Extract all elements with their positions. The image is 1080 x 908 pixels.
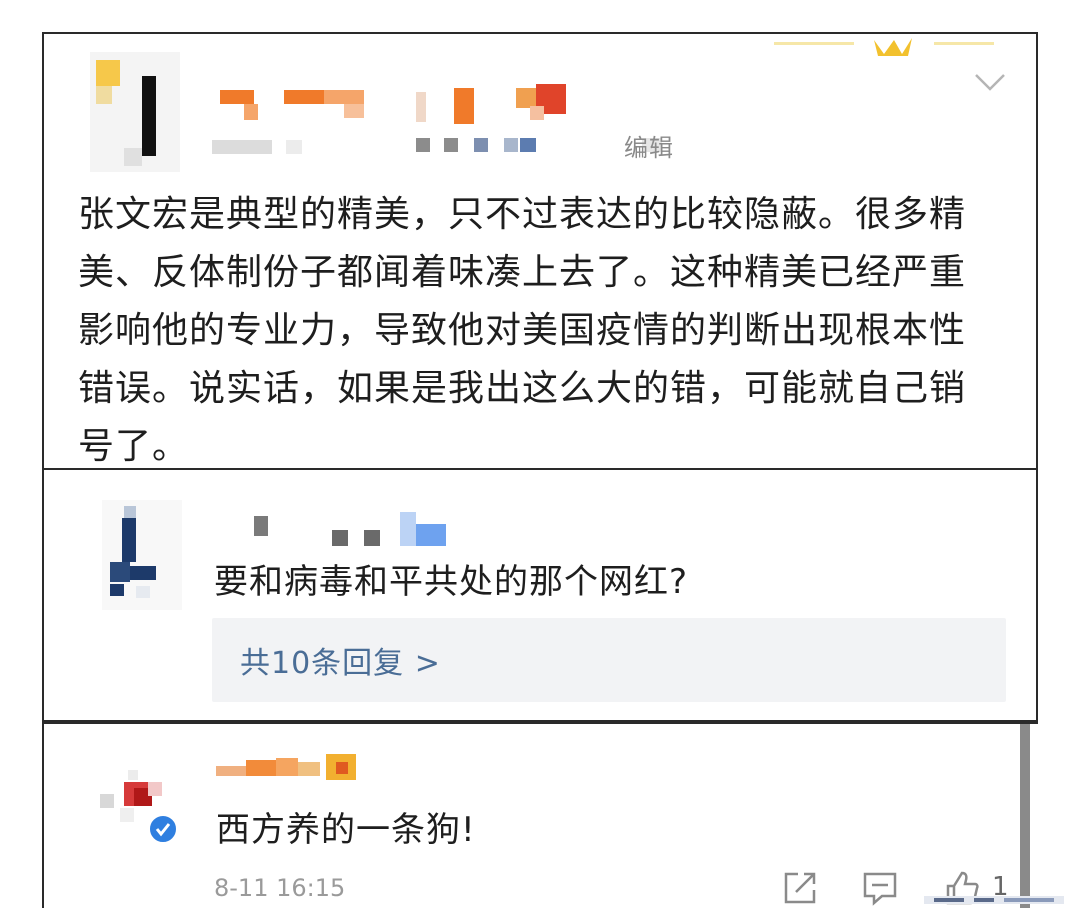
- scrollbar[interactable]: [1020, 724, 1030, 908]
- post-card: 编辑 张文宏是典型的精美，只不过表达的比较隐蔽。很多精美、反体制份子都闻着味凑上…: [42, 32, 1038, 470]
- avatar[interactable]: [90, 52, 180, 172]
- replies-box[interactable]: 共10条回复 >: [212, 618, 1006, 702]
- comment-text: 西方养的一条狗!: [216, 810, 476, 850]
- comment-item: 西方养的一条狗! 8-11 16:15 1: [42, 722, 1038, 908]
- avatar[interactable]: [90, 764, 186, 860]
- username[interactable]: [240, 512, 480, 548]
- edit-label: 编辑: [624, 134, 674, 162]
- username[interactable]: [216, 752, 376, 782]
- comment-timestamp: 8-11 16:15: [214, 874, 346, 902]
- username[interactable]: [220, 84, 580, 128]
- watermark-icon: [924, 896, 1064, 904]
- view-replies-link[interactable]: 共10条回复 >: [240, 638, 441, 682]
- verified-badge-icon: [148, 814, 178, 844]
- comment-item: 要和病毒和平共处的那个网红? 共10条回复 >: [42, 470, 1038, 722]
- share-icon[interactable]: [782, 870, 818, 906]
- comment-icon[interactable]: [862, 870, 898, 906]
- avatar[interactable]: [102, 500, 182, 610]
- post-body: 张文宏是典型的精美，只不过表达的比较隐蔽。很多精美、反体制份子都闻着味凑上去了。…: [78, 194, 967, 467]
- comment-text: 要和病毒和平共处的那个网红?: [214, 562, 689, 602]
- crown-decoration-icon: [774, 38, 994, 56]
- chevron-down-icon[interactable]: [974, 72, 1006, 92]
- post-meta: [212, 138, 662, 154]
